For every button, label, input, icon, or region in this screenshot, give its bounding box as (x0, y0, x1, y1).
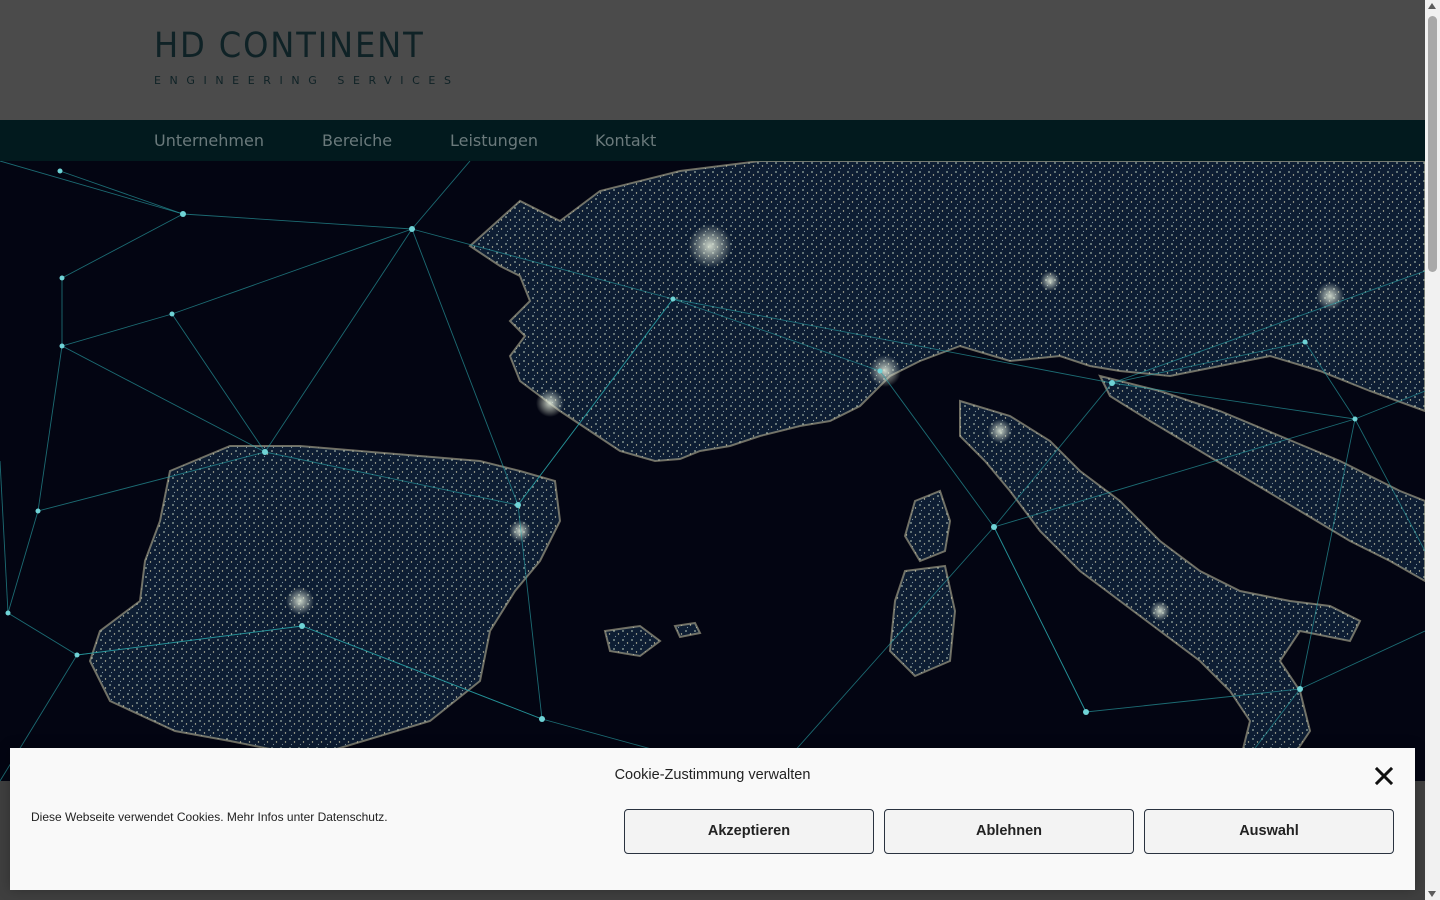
nav-item-kontakt[interactable]: Kontakt (595, 120, 656, 161)
accept-cookies-button[interactable]: Akzeptieren (624, 809, 874, 854)
cookie-consent-banner: Cookie-Zustimmung verwalten Diese Websei… (10, 748, 1415, 890)
hero-map-image (0, 161, 1425, 781)
nav-item-bereiche[interactable]: Bereiche (322, 120, 392, 161)
deny-cookies-button[interactable]: Ablehnen (884, 809, 1134, 854)
land-masses (88, 161, 1425, 781)
hero-map-graphic (0, 161, 1425, 781)
cookie-banner-title: Cookie-Zustimmung verwalten (614, 767, 811, 783)
scroll-down-arrow-icon[interactable] (1428, 891, 1436, 897)
choose-cookies-button[interactable]: Auswahl (1144, 809, 1394, 854)
cookie-banner-text: Diese Webseite verwendet Cookies. Mehr I… (31, 810, 388, 824)
page-scrollbar[interactable] (1425, 0, 1440, 900)
scroll-up-arrow-icon[interactable] (1428, 3, 1436, 9)
nav-item-leistungen[interactable]: Leistungen (450, 120, 538, 161)
close-icon[interactable] (1374, 766, 1394, 786)
site-header: HD CONTINENT ENGINEERING SERVICES (0, 0, 1425, 120)
nav-item-unternehmen[interactable]: Unternehmen (154, 120, 264, 161)
logo-title: HD CONTINENT (154, 26, 425, 66)
site-logo[interactable]: HD CONTINENT ENGINEERING SERVICES (154, 26, 460, 87)
main-navigation: Unternehmen Bereiche Leistungen Kontakt (0, 120, 1425, 161)
logo-subtitle: ENGINEERING SERVICES (154, 74, 460, 87)
scroll-thumb[interactable] (1428, 16, 1437, 272)
